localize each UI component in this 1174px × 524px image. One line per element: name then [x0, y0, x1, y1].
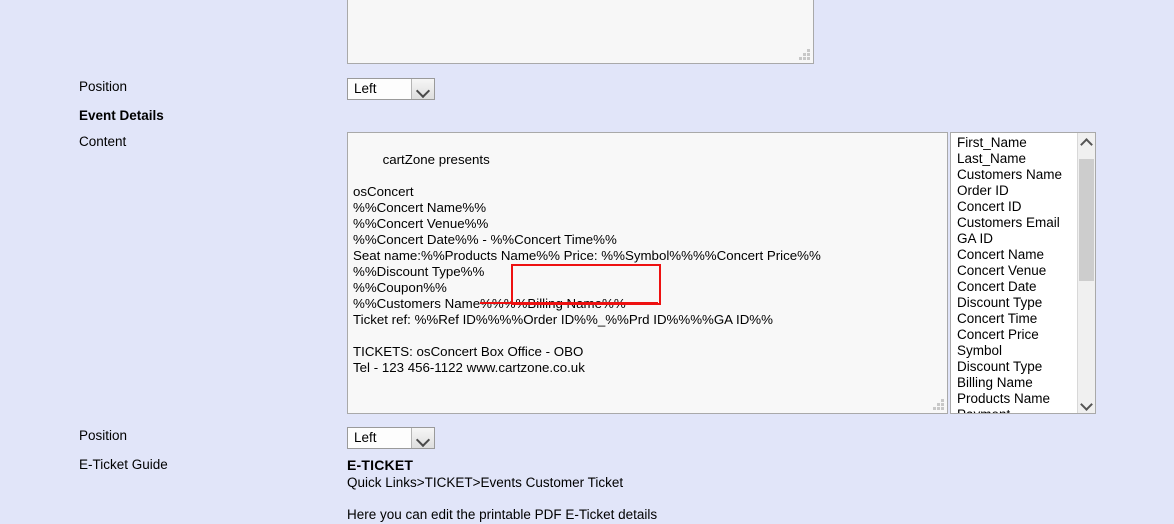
event-details-heading: Event Details [79, 108, 164, 123]
token-list-item[interactable]: Discount Type [951, 295, 1078, 311]
resize-grip-icon[interactable] [799, 49, 810, 60]
content-textarea-text: cartZone presents osConcert %%Concert Na… [353, 152, 821, 375]
token-list-item[interactable]: Billing Name [951, 375, 1078, 391]
token-list-item[interactable]: First_Name [951, 135, 1078, 151]
position-bottom-field: Left [347, 427, 435, 452]
upper-textarea-wrap [347, 0, 814, 64]
token-list-item[interactable]: Concert Name [951, 247, 1078, 263]
event-details-form-page: Position Left Event Details Content cart… [0, 0, 1174, 522]
token-list-item[interactable]: Order ID [951, 183, 1078, 199]
token-list-item[interactable]: Discount Type [951, 359, 1078, 375]
token-list: First_Name Last_Name Customers Name Order I… [951, 133, 1078, 413]
token-list-item[interactable]: Concert Date [951, 279, 1078, 295]
token-list-item[interactable]: Concert Venue [951, 263, 1078, 279]
token-list-item[interactable]: Customers Name [951, 167, 1078, 183]
chevron-down-icon[interactable] [1078, 396, 1095, 413]
listbox-scroll-thumb[interactable] [1079, 159, 1094, 281]
eticket-guide-description: Here you can edit the printable PDF E-Ti… [347, 507, 658, 522]
resize-grip-icon[interactable] [933, 399, 944, 410]
token-list-item[interactable]: Last_Name [951, 151, 1078, 167]
position-top-select[interactable]: Left [347, 78, 435, 100]
merge-token-listbox[interactable]: First_Name Last_Name Customers Name Order I… [950, 132, 1096, 414]
token-list-item[interactable]: Concert Time [951, 311, 1078, 327]
content-label: Content [79, 134, 127, 149]
token-listbox-wrap: First_Name Last_Name Customers Name Order I… [950, 132, 1096, 414]
eticket-guide-label: E-Ticket Guide [79, 457, 168, 472]
listbox-scrollbar[interactable] [1077, 133, 1095, 413]
eticket-guide-title: E-TICKET [347, 457, 414, 473]
token-list-item[interactable]: Symbol [951, 343, 1078, 359]
token-list-item[interactable]: Concert Price [951, 327, 1078, 343]
position-top-label: Position [79, 79, 128, 94]
position-bottom-label: Position [79, 428, 128, 443]
upper-content-textarea[interactable] [347, 0, 814, 64]
position-top-field: Left [347, 78, 435, 103]
eticket-guide-content: E-TICKET Quick Links>TICKET>Events Custo… [347, 456, 657, 524]
chevron-down-icon[interactable] [411, 79, 434, 99]
content-field: cartZone presents osConcert %%Concert Na… [347, 132, 948, 414]
content-textarea[interactable]: cartZone presents osConcert %%Concert Na… [347, 132, 948, 414]
token-list-item[interactable]: Payment [951, 407, 1078, 413]
token-list-item[interactable]: GA ID [951, 231, 1078, 247]
token-list-item[interactable]: Concert ID [951, 199, 1078, 215]
position-top-select-value: Left [354, 81, 377, 96]
token-list-item[interactable]: Customers Email [951, 215, 1078, 231]
position-bottom-select[interactable]: Left [347, 427, 435, 449]
token-list-item[interactable]: Products Name [951, 391, 1078, 407]
chevron-up-icon[interactable] [1078, 133, 1095, 150]
chevron-down-icon[interactable] [411, 428, 434, 448]
eticket-guide-path: Quick Links>TICKET>Events Customer Ticke… [347, 475, 624, 490]
position-bottom-select-value: Left [354, 430, 377, 445]
